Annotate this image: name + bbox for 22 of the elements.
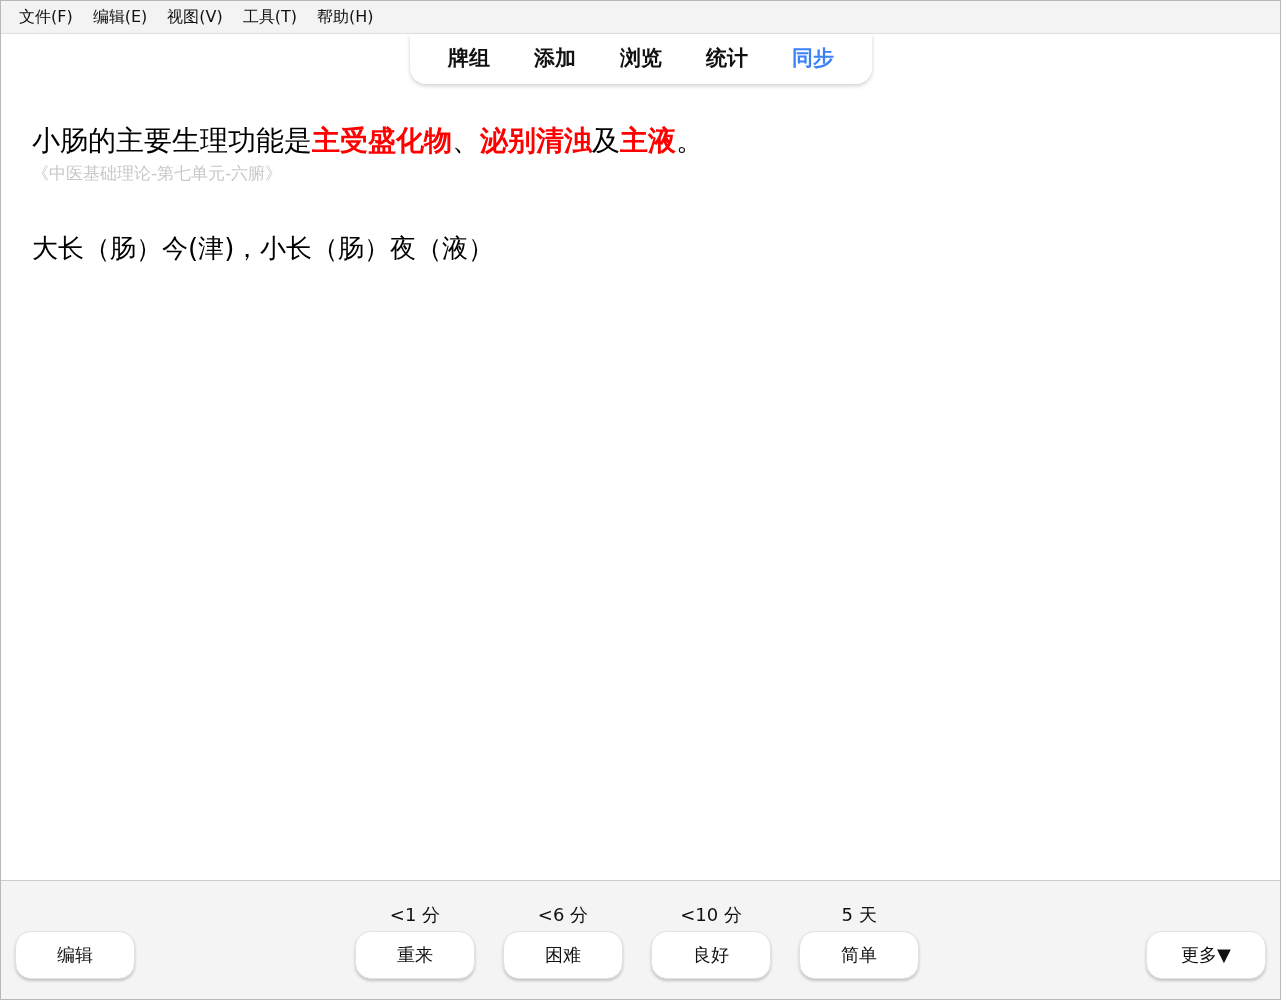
question-text: 小肠的主要生理功能是主受盛化物、泌别清浊及主液。 [32, 123, 705, 159]
menu-item[interactable]: 编辑(E) [82, 4, 158, 30]
answer-button[interactable]: 良好 [651, 931, 771, 979]
menu-item[interactable]: 工具(T) [232, 4, 307, 30]
menu-item[interactable]: 帮助(H) [307, 4, 384, 30]
toolbar-tab[interactable]: 浏览 [597, 40, 684, 76]
toolbar-tab[interactable]: 同步 [769, 40, 856, 76]
answer-button[interactable]: 困难 [503, 931, 623, 979]
interval-label: <6 分 [537, 903, 589, 927]
answer-button[interactable]: 简单 [799, 931, 919, 979]
toolbar-tab[interactable]: 统计 [683, 40, 770, 76]
toolbar-tab[interactable]: 添加 [511, 40, 598, 76]
interval-label: <1 分 [389, 903, 441, 927]
menu-item[interactable]: 视图(V) [157, 4, 233, 30]
menu-item[interactable]: 文件(F) [9, 4, 83, 30]
toolbar-tab[interactable]: 牌组 [425, 40, 512, 76]
edit-button[interactable]: 编辑 [15, 931, 135, 979]
interval-label: <10 分 [680, 903, 742, 927]
interval-label: 5 天 [841, 903, 877, 927]
answer-button[interactable]: 重来 [355, 931, 475, 979]
more-button[interactable]: 更多▼ [1146, 931, 1266, 979]
answer-text: 大长（肠）今(津)，小长（肠）夜（液） [32, 232, 496, 265]
